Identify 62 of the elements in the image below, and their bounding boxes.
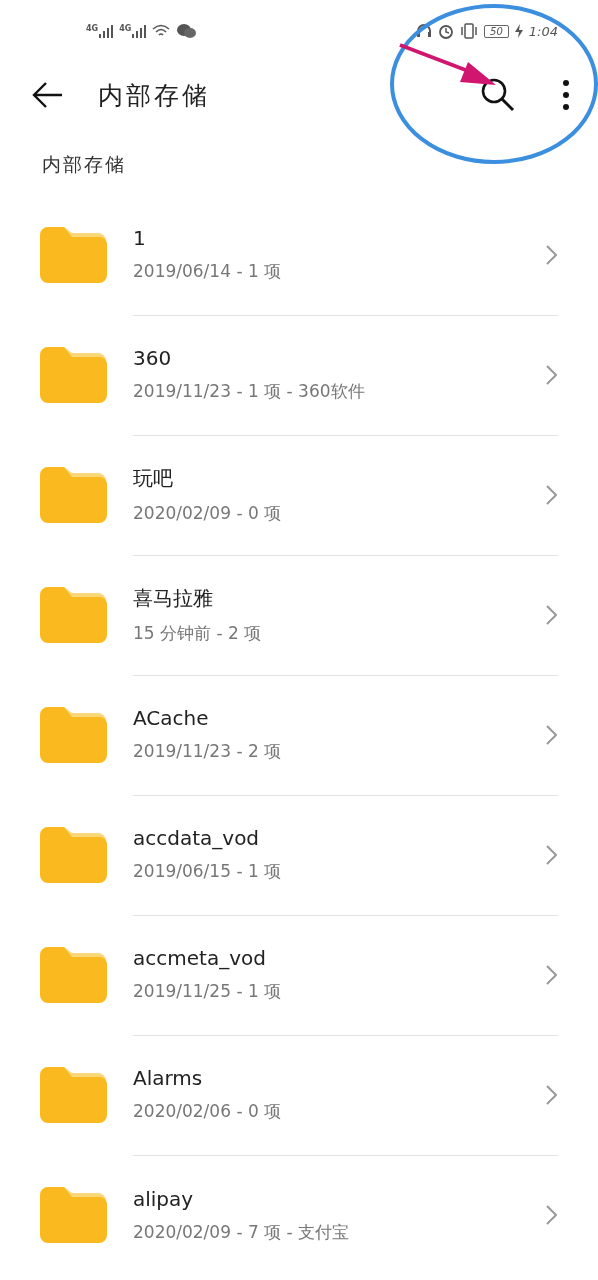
folder-name: 玩吧	[133, 464, 174, 492]
folder-icon	[40, 707, 107, 763]
folder-name: accmeta_vod	[133, 946, 267, 970]
folder-name: accdata_vod	[133, 826, 261, 850]
folder-name: 喜马拉雅	[133, 584, 214, 612]
folder-details: 2020/02/09 - 0 项	[133, 501, 283, 525]
battery-level: 50	[484, 24, 509, 38]
back-arrow-icon	[32, 81, 64, 109]
folder-details: 2019/06/15 - 1 项	[133, 860, 283, 883]
folder-item[interactable]: ACache 2019/11/23 - 2 项	[133, 674, 558, 796]
chevron-right-icon	[546, 844, 558, 865]
folder-icon	[40, 1067, 107, 1123]
folder-icon	[40, 227, 107, 283]
folder-icon	[40, 347, 107, 403]
folder-item[interactable]: 1 2019/06/14 - 1 项	[133, 194, 558, 316]
page-title: 内部存储	[98, 79, 210, 112]
chat-bubbles-icon	[176, 23, 197, 39]
signal-icon	[99, 24, 114, 38]
folder-item[interactable]: 玩吧 2020/02/09 - 0 项	[133, 434, 558, 556]
clock-time: 1:04	[528, 23, 558, 39]
wifi-icon	[152, 24, 171, 38]
chevron-right-icon	[546, 1084, 558, 1105]
folder-item[interactable]: 喜马拉雅 15 分钟前 - 2 项	[133, 554, 558, 676]
chevron-right-icon	[546, 964, 558, 985]
folder-name: Alarms	[133, 1066, 204, 1090]
folder-icon	[40, 827, 107, 883]
folder-details: 2019/06/14 - 1 项	[133, 260, 283, 283]
more-vertical-icon	[562, 79, 570, 111]
folder-details: 2019/11/23 - 1 项 - 360软件	[133, 380, 366, 403]
folder-icon	[40, 1187, 107, 1243]
chevron-right-icon	[546, 484, 558, 505]
chevron-right-icon	[546, 724, 558, 745]
folder-name: 360	[133, 346, 173, 370]
folder-item[interactable]: 360 2019/11/23 - 1 项 - 360软件	[133, 314, 558, 436]
folder-details: 2019/11/23 - 2 项	[133, 740, 283, 763]
folder-icon	[40, 587, 107, 643]
signal-icon	[132, 24, 147, 38]
folder-details: 2019/11/25 - 1 项	[133, 980, 283, 1003]
charging-bolt-icon	[514, 24, 523, 38]
folder-details: 15 分钟前 - 2 项	[133, 621, 263, 645]
vibrate-icon	[460, 23, 479, 39]
chevron-right-icon	[546, 604, 558, 625]
network-label: 4G	[86, 24, 99, 33]
chevron-right-icon	[546, 1205, 558, 1225]
folder-item[interactable]: accdata_vod 2019/06/15 - 1 项	[133, 794, 558, 916]
chevron-right-icon	[546, 244, 558, 265]
folder-name: ACache	[133, 706, 210, 730]
network-label: 4G	[119, 24, 132, 33]
folder-name: 1	[133, 226, 147, 250]
search-icon	[480, 77, 516, 113]
folder-item[interactable]: alipay 2020/02/09 - 7 项 - 支付宝	[133, 1155, 558, 1275]
headset-icon	[416, 23, 433, 39]
folder-icon	[40, 947, 107, 1003]
folder-name: alipay	[133, 1186, 195, 1211]
folder-item[interactable]: accmeta_vod 2019/11/25 - 1 项	[133, 914, 558, 1036]
breadcrumb[interactable]: 内部存储	[42, 153, 126, 175]
folder-icon	[40, 467, 107, 523]
folder-item[interactable]: Alarms 2020/02/06 - 0 项	[133, 1034, 558, 1156]
folder-details: 2020/02/09 - 7 项 - 支付宝	[133, 1220, 351, 1244]
alarm-clock-icon	[438, 23, 455, 39]
folder-details: 2020/02/06 - 0 项	[133, 1100, 283, 1123]
chevron-right-icon	[546, 364, 558, 385]
